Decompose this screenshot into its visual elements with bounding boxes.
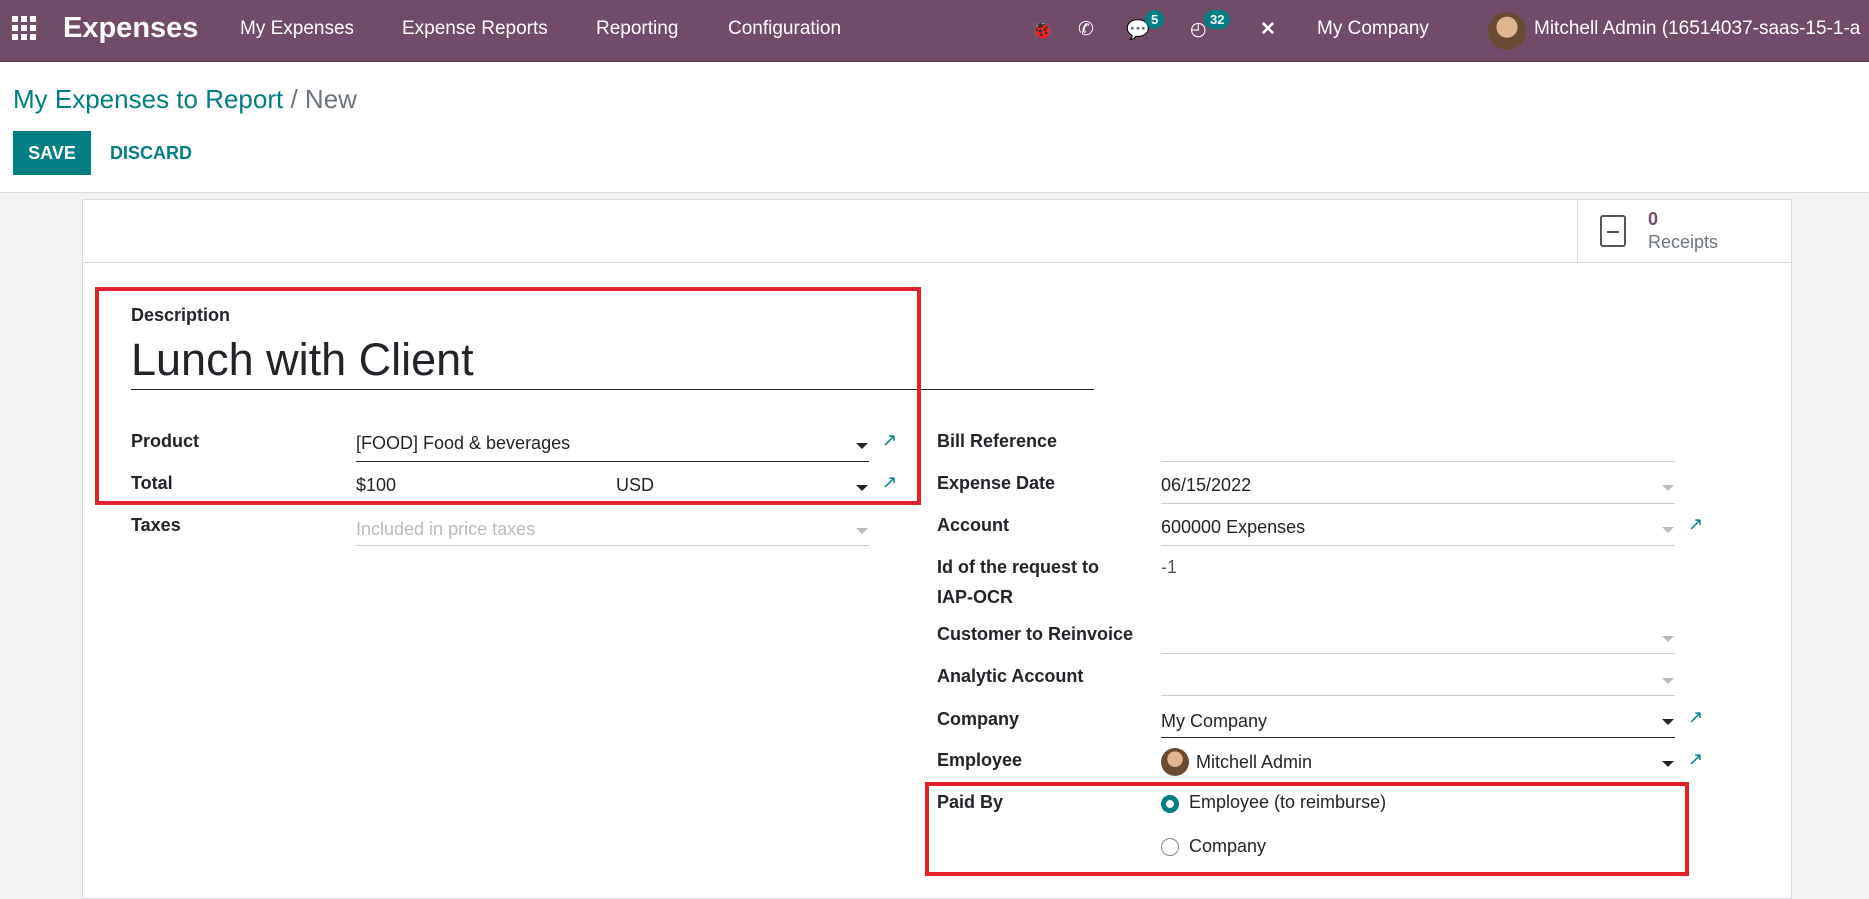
- account-caret-icon[interactable]: [1662, 527, 1674, 533]
- document-icon: [1600, 215, 1626, 247]
- activity-badge: 32: [1204, 10, 1231, 29]
- account-label: Account: [937, 515, 1009, 535]
- phone-icon[interactable]: ✆: [1078, 18, 1094, 41]
- breadcrumb-parent[interactable]: My Expenses to Report: [13, 84, 283, 114]
- ocr-label-line1: Id of the request to: [937, 557, 1099, 577]
- save-button[interactable]: SAVE: [13, 131, 91, 175]
- company-label: Company: [937, 709, 1020, 729]
- bill-reference-underline: [1161, 461, 1675, 462]
- expense-date-input[interactable]: 06/15/2022: [1161, 475, 1251, 496]
- company-select[interactable]: My Company: [1161, 711, 1267, 732]
- user-avatar[interactable]: [1488, 12, 1526, 50]
- apps-menu-icon[interactable]: [12, 16, 36, 40]
- tools-icon[interactable]: ✕: [1260, 18, 1276, 41]
- receipts-count: 0: [1648, 209, 1659, 229]
- account-underline: [1161, 545, 1675, 546]
- expense-date-label: Expense Date: [937, 473, 1056, 493]
- analytic-account-label: Analytic Account: [937, 666, 1084, 686]
- customer-reinvoice-input[interactable]: [1161, 653, 1675, 654]
- analytic-caret-icon[interactable]: [1662, 678, 1674, 684]
- employee-label: Employee: [937, 750, 1023, 770]
- highlight-box-description: [95, 287, 921, 505]
- company-external-link-icon[interactable]: ↗: [1688, 707, 1703, 728]
- menu-configuration[interactable]: Configuration: [728, 18, 841, 40]
- employee-select[interactable]: Mitchell Admin: [1196, 752, 1312, 773]
- account-external-link-icon[interactable]: ↗: [1688, 514, 1703, 535]
- customer-caret-icon[interactable]: [1662, 636, 1674, 642]
- customer-reinvoice-label: Customer to Reinvoice: [937, 624, 1134, 644]
- date-caret-icon[interactable]: [1662, 485, 1674, 491]
- expense-date-underline: [1161, 503, 1675, 504]
- taxes-label: Taxes: [131, 515, 181, 535]
- analytic-account-input[interactable]: [1161, 695, 1675, 696]
- taxes-input[interactable]: Included in price taxes: [356, 519, 535, 540]
- bug-icon[interactable]: 🐞: [1030, 18, 1054, 42]
- menu-my-expenses[interactable]: My Expenses: [240, 18, 354, 40]
- top-navbar: Expenses My Expenses Expense Reports Rep…: [0, 0, 1869, 62]
- app-title[interactable]: Expenses: [63, 12, 198, 45]
- employee-avatar: [1161, 748, 1189, 776]
- employee-external-link-icon[interactable]: ↗: [1688, 749, 1703, 770]
- employee-caret-icon[interactable]: [1662, 761, 1674, 767]
- company-caret-icon[interactable]: [1662, 719, 1674, 725]
- chat-badge: 5: [1145, 10, 1165, 29]
- ocr-value: -1: [1161, 557, 1178, 577]
- highlight-box-paid-by: [925, 782, 1689, 876]
- account-select[interactable]: 600000 Expenses: [1161, 517, 1305, 538]
- breadcrumb: My Expenses to Report / New: [13, 84, 357, 115]
- taxes-caret-icon[interactable]: [856, 528, 868, 534]
- discard-button[interactable]: DISCARD: [110, 131, 192, 175]
- menu-reporting[interactable]: Reporting: [596, 18, 678, 40]
- company-underline: [1161, 737, 1675, 738]
- ocr-label-line2: IAP-OCR: [937, 587, 1013, 607]
- user-menu[interactable]: Mitchell Admin (16514037-saas-15-1-a: [1534, 18, 1860, 40]
- menu-expense-reports[interactable]: Expense Reports: [402, 18, 548, 40]
- receipts-label: Receipts: [1648, 232, 1719, 252]
- button-box: [82, 199, 1792, 263]
- company-switcher[interactable]: My Company: [1317, 18, 1429, 40]
- receipts-button[interactable]: 0 Receipts: [1577, 199, 1792, 263]
- bill-reference-label: Bill Reference: [937, 431, 1058, 451]
- breadcrumb-current: / New: [290, 84, 357, 114]
- taxes-underline: [356, 545, 869, 546]
